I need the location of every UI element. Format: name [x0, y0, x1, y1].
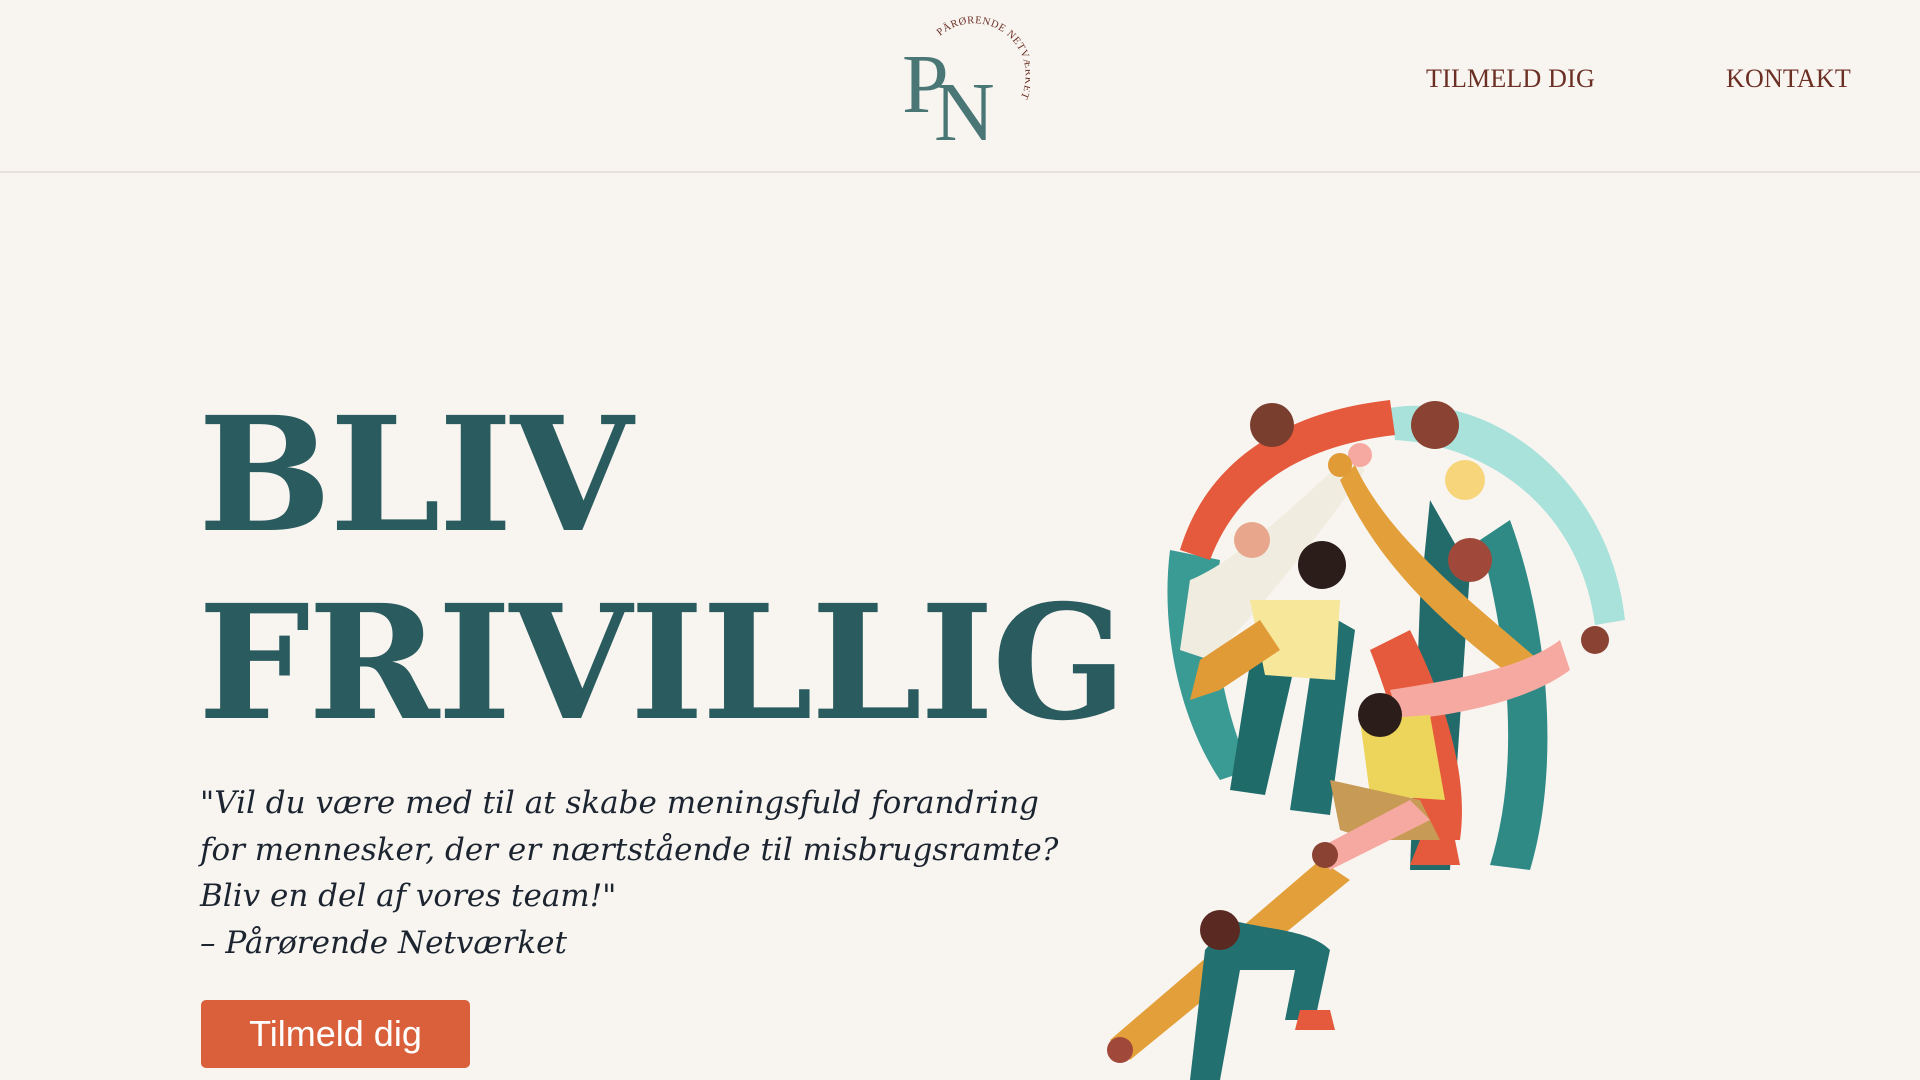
hero-title-line-1: BLIV — [198, 383, 633, 568]
hand-4 — [1312, 842, 1338, 868]
head-4 — [1411, 401, 1459, 449]
head-8 — [1200, 910, 1240, 950]
head-2 — [1234, 522, 1270, 558]
head-7 — [1358, 693, 1402, 737]
hand-5 — [1107, 1037, 1133, 1063]
hand-2 — [1328, 453, 1352, 477]
quote-line-3: Bliv en del af vores team!" — [200, 878, 617, 914]
head-1 — [1298, 541, 1346, 589]
head-6 — [1445, 460, 1485, 500]
nav-tilmeld-dig[interactable]: TILMELD DIG — [1426, 64, 1595, 94]
hero-title-line-2: FRIVILLIG — [198, 571, 1127, 756]
quote-line-1: "Vil du være med til at skabe meningsful… — [200, 785, 1039, 821]
quote-attribution: – Pårørende Netværket — [200, 924, 567, 961]
red-shoe-1 — [1295, 1010, 1335, 1030]
logo-letter-n: N — [934, 66, 995, 154]
quote-line-2: for mennesker, der er nærtstående til mi… — [200, 831, 1059, 868]
site-header: PÅRØRENDE NETVÆRKET P N TILMELD DIG KONT… — [0, 0, 1920, 173]
hero-title: BLIV FRIVILLIG — [198, 382, 1127, 758]
hand-3 — [1581, 626, 1609, 654]
signup-button[interactable]: Tilmeld dig — [201, 1000, 470, 1068]
hero-quote: "Vil du være med til at skabe meningsful… — [200, 780, 1059, 966]
volunteers-illustration — [1107, 400, 1625, 1080]
nav-kontakt[interactable]: KONTAKT — [1726, 64, 1851, 94]
pn-logo[interactable]: PÅRØRENDE NETVÆRKET P N — [890, 14, 1030, 154]
head-3 — [1250, 403, 1294, 447]
head-5 — [1448, 538, 1492, 582]
